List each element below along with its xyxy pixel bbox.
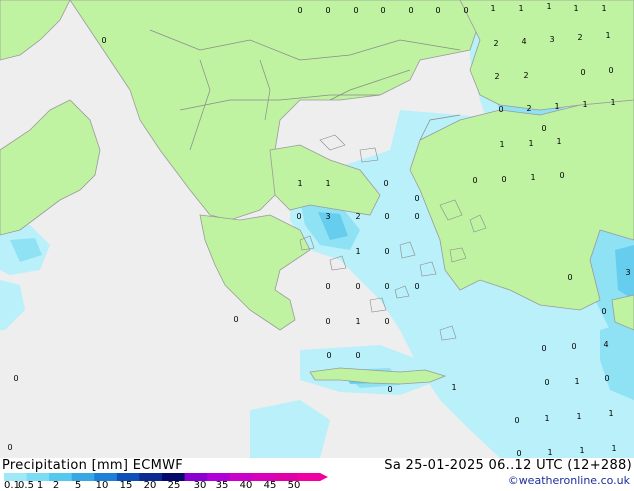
scale-label: 15 bbox=[119, 480, 133, 491]
precip-value: 2 bbox=[577, 33, 582, 42]
precip-value: 1 bbox=[546, 2, 551, 11]
precip-value: 0 bbox=[101, 36, 106, 45]
precip-value: 0 bbox=[353, 6, 358, 15]
precip-value: 1 bbox=[601, 4, 606, 13]
precip-value: 1 bbox=[556, 137, 561, 146]
precip-value: 1 bbox=[605, 31, 610, 40]
scale-label: 10 bbox=[95, 480, 109, 491]
precip-value: 1 bbox=[528, 139, 533, 148]
scale-label: 35 bbox=[215, 480, 229, 491]
precip-value: 1 bbox=[554, 102, 559, 111]
precip-value: 0 bbox=[325, 282, 330, 291]
precip-value: 0 bbox=[355, 351, 360, 360]
precip-value: 0 bbox=[501, 175, 506, 184]
precip-value: 1 bbox=[610, 98, 615, 107]
precip-value: 3 bbox=[549, 35, 554, 44]
precip-value: 0 bbox=[544, 378, 549, 387]
precip-value: 0 bbox=[355, 282, 360, 291]
scale-label: 30 bbox=[193, 480, 207, 491]
precip-value: 1 bbox=[608, 409, 613, 418]
precip-value: 1 bbox=[574, 377, 579, 386]
precip-value: 1 bbox=[355, 247, 360, 256]
precip-value: 0 bbox=[13, 374, 18, 383]
precip-value: 1 bbox=[547, 448, 552, 457]
precip-value: 2 bbox=[493, 39, 498, 48]
precip-value: 4 bbox=[603, 340, 608, 349]
scale-label: 20 bbox=[143, 480, 157, 491]
precip-value: 4 bbox=[521, 37, 526, 46]
scale-label: 45 bbox=[263, 480, 277, 491]
precip-value: 0 bbox=[7, 443, 12, 452]
precip-value: 1 bbox=[499, 140, 504, 149]
scale-label: 40 bbox=[239, 480, 253, 491]
precip-value: 3 bbox=[325, 212, 330, 221]
precip-value: 0 bbox=[580, 68, 585, 77]
precip-value: 0 bbox=[296, 212, 301, 221]
precip-value: 0 bbox=[601, 307, 606, 316]
credit-link[interactable]: ©weatheronline.co.uk bbox=[508, 474, 630, 487]
precip-value: 0 bbox=[608, 66, 613, 75]
precip-value: 0 bbox=[380, 6, 385, 15]
precip-value: 0 bbox=[297, 6, 302, 15]
precip-value: 0 bbox=[463, 6, 468, 15]
footer: Precipitation [mm] ECMWF Sa 25-01-2025 0… bbox=[0, 458, 634, 491]
precip-value: 0 bbox=[559, 171, 564, 180]
precip-value: 0 bbox=[384, 212, 389, 221]
precip-value: 1 bbox=[582, 100, 587, 109]
precip-value: 0 bbox=[325, 6, 330, 15]
precip-value: 2 bbox=[494, 72, 499, 81]
precip-value: 1 bbox=[297, 179, 302, 188]
precip-value: 0 bbox=[326, 351, 331, 360]
precip-value: 0 bbox=[571, 342, 576, 351]
precip-value: 0 bbox=[384, 317, 389, 326]
thrace-land bbox=[459, 0, 634, 111]
precip-value: 1 bbox=[579, 446, 584, 455]
precip-value: 0 bbox=[541, 124, 546, 133]
precip-value: 2 bbox=[355, 212, 360, 221]
forecast-datetime: Sa 25-01-2025 06..12 UTC (12+288) bbox=[384, 458, 632, 473]
precip-value: 1 bbox=[518, 4, 523, 13]
precip-value: 0 bbox=[387, 385, 392, 394]
precip-value: 0 bbox=[514, 416, 519, 425]
precipitation-map: 0 0 0 0 0 0 0 1 1 1 1 1 0 2 4 3 2 1 2 2 0 0 0 2 1 1 1 0 1 1 1 1 1 0 0 0 1 0 0 0… bbox=[0, 0, 634, 458]
scale-label: 50 bbox=[287, 480, 301, 491]
precip-value: 0 bbox=[414, 282, 419, 291]
precip-value: 0 bbox=[414, 194, 419, 203]
scale-label: 0.5 bbox=[18, 480, 34, 491]
map-canvas: 0 0 0 0 0 0 0 1 1 1 1 1 0 2 4 3 2 1 2 2 0 0 0 2 1 1 1 0 1 1 1 1 1 0 0 0 1 0 0 0… bbox=[0, 0, 634, 458]
precip-value: 0 bbox=[325, 317, 330, 326]
precip-value: 0 bbox=[498, 105, 503, 114]
precip-value: 0 bbox=[567, 273, 572, 282]
precip-value: 3 bbox=[625, 268, 630, 277]
scale-label: 1 bbox=[36, 480, 44, 491]
precip-value: 0 bbox=[233, 315, 238, 324]
precip-value: 0 bbox=[541, 344, 546, 353]
precip-value: 0 bbox=[408, 6, 413, 15]
precip-value: 0 bbox=[414, 212, 419, 221]
map-title: Precipitation [mm] ECMWF bbox=[2, 458, 184, 473]
scale-label: 25 bbox=[167, 480, 181, 491]
precip-value: 0 bbox=[604, 374, 609, 383]
precip-value: 0 bbox=[435, 6, 440, 15]
precip-value: 0 bbox=[384, 282, 389, 291]
scale-label: 2 bbox=[52, 480, 60, 491]
precip-value: 1 bbox=[576, 412, 581, 421]
precip-value: 0 bbox=[383, 179, 388, 188]
precip-value: 2 bbox=[523, 71, 528, 80]
precip-value: 1 bbox=[490, 4, 495, 13]
precip-value: 1 bbox=[355, 317, 360, 326]
precip-value: 0 bbox=[384, 247, 389, 256]
precip-value: 1 bbox=[611, 444, 616, 453]
precip-value: 1 bbox=[451, 383, 456, 392]
precip-value: 0 bbox=[472, 176, 477, 185]
precip-value: 2 bbox=[526, 104, 531, 113]
precip-value: 1 bbox=[325, 179, 330, 188]
color-scale-labels: 0.1 0.5 1 2 5 10 15 20 25 30 35 40 45 50 bbox=[0, 480, 340, 491]
precip-value: 1 bbox=[530, 173, 535, 182]
precip-value: 1 bbox=[573, 4, 578, 13]
precip-value: 1 bbox=[544, 414, 549, 423]
precip-value: 0 bbox=[516, 449, 521, 458]
scale-label: 5 bbox=[74, 480, 82, 491]
